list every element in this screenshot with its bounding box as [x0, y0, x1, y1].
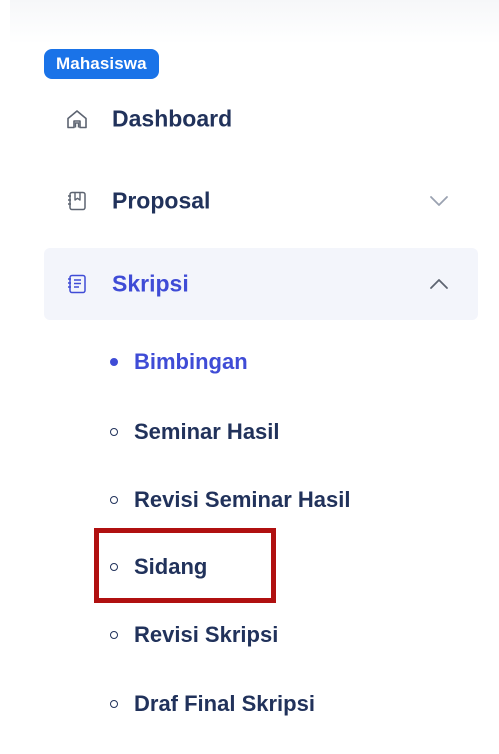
submenu-item-label: Draf Final Skripsi	[134, 691, 315, 716]
submenu-item-seminar-hasil[interactable]: Seminar Hasil	[110, 412, 280, 452]
page: Mahasiswa Dashboard Proposal Skripsi Bim…	[0, 0, 499, 754]
submenu-item-draf-final-skripsi[interactable]: Draf Final Skripsi	[110, 684, 315, 724]
sidebar-item-label: Dashboard	[112, 105, 233, 132]
submenu-item-label: Seminar Hasil	[134, 419, 280, 444]
sidebar-item-label: Proposal	[112, 187, 211, 214]
sidebar-item-skripsi[interactable]: Skripsi	[44, 248, 478, 320]
top-header-shadow	[10, 0, 499, 44]
bullet-icon	[110, 358, 118, 366]
chevron-up-icon[interactable]	[426, 271, 452, 297]
submenu-item-label: Revisi Skripsi	[134, 622, 279, 647]
home-icon	[67, 110, 87, 129]
role-badge: Mahasiswa	[44, 49, 159, 79]
bullet-icon	[110, 631, 118, 639]
bullet-icon	[110, 563, 118, 571]
bullet-icon	[110, 700, 118, 708]
submenu-item-sidang[interactable]: Sidang	[110, 547, 207, 587]
notebook-icon	[68, 274, 86, 294]
submenu-item-label: Sidang	[134, 554, 208, 579]
bullet-icon	[110, 428, 118, 436]
submenu-item-label: Bimbingan	[134, 349, 248, 374]
sidebar-item-label: Skripsi	[112, 270, 189, 297]
book-icon	[68, 191, 86, 211]
sidebar-item-proposal[interactable]: Proposal	[44, 165, 478, 237]
submenu-item-bimbingan[interactable]: Bimbingan	[110, 342, 248, 382]
submenu-item-label: Revisi Seminar Hasil	[134, 487, 351, 512]
submenu-item-revisi-seminar-hasil[interactable]: Revisi Seminar Hasil	[110, 480, 350, 520]
sidebar-item-dashboard[interactable]: Dashboard	[44, 83, 478, 155]
chevron-down-icon[interactable]	[426, 188, 452, 214]
bullet-icon	[110, 496, 118, 504]
submenu-item-revisi-skripsi[interactable]: Revisi Skripsi	[110, 615, 278, 655]
